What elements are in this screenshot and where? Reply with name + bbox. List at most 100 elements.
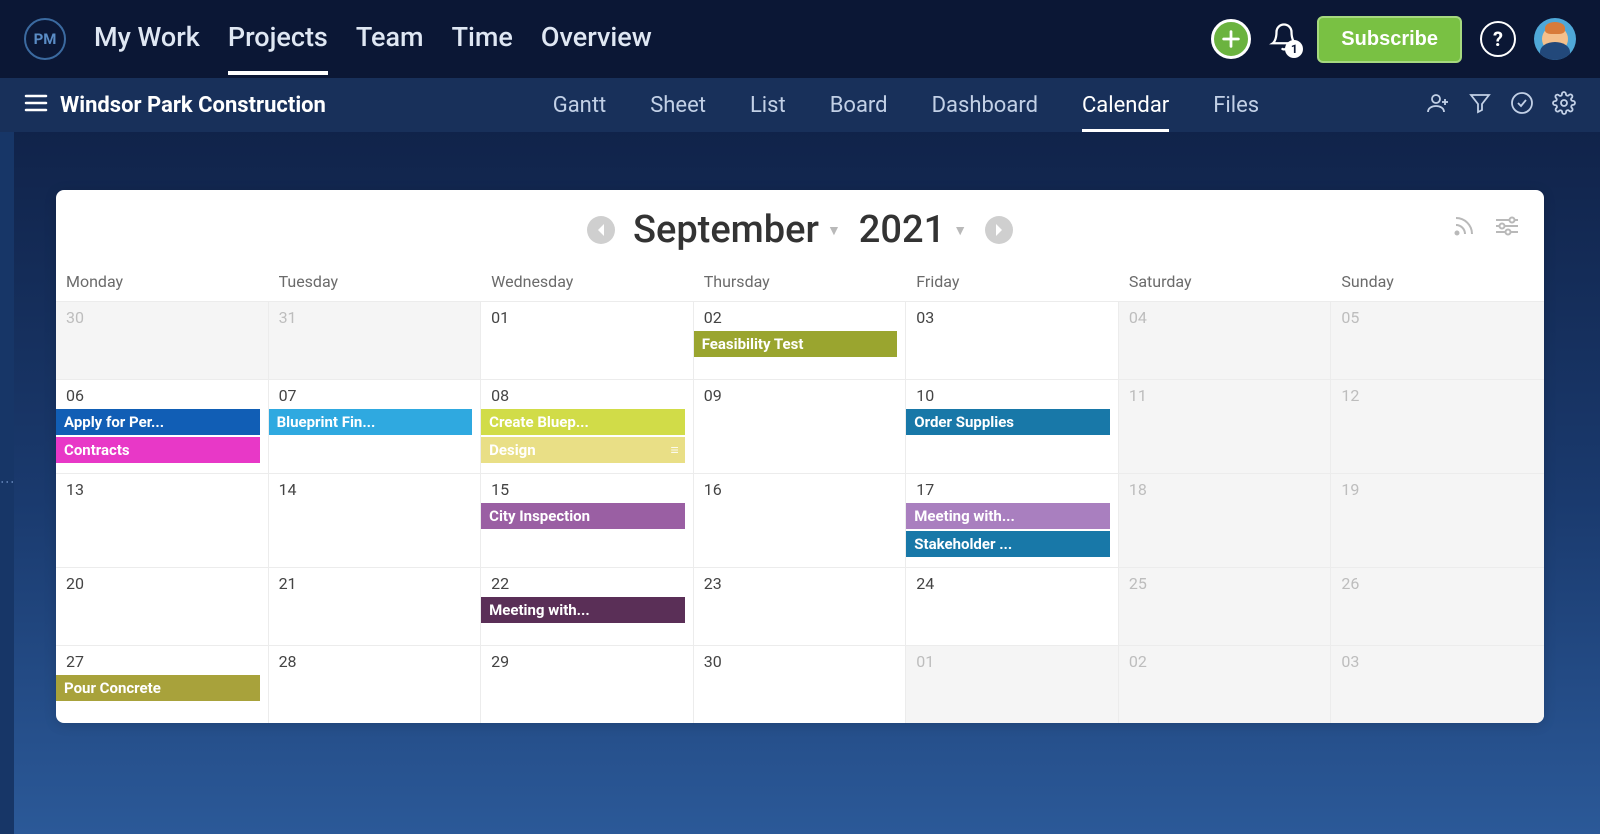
calendar-cell[interactable]: 21 [269, 567, 482, 645]
calendar-cell[interactable]: 30 [56, 301, 269, 379]
calendar-event[interactable]: Meeting with... [906, 503, 1110, 529]
calendar-cell[interactable]: 16 [694, 473, 907, 567]
tab-projects[interactable]: Projects [228, 3, 328, 75]
view-dashboard[interactable]: Dashboard [932, 79, 1038, 132]
prev-month-button[interactable] [587, 216, 615, 244]
calendar-event[interactable]: Contracts [56, 437, 260, 463]
tab-my-work[interactable]: My Work [94, 3, 200, 75]
view-calendar[interactable]: Calendar [1082, 79, 1169, 132]
approve-button[interactable] [1510, 91, 1534, 119]
calendar-week: 202122Meeting with...23242526 [56, 567, 1544, 645]
calendar-cell[interactable]: 12 [1331, 379, 1544, 473]
calendar-cell[interactable]: 09 [694, 379, 907, 473]
event-label: Contracts [64, 441, 130, 459]
event-label: Blueprint Fin... [277, 413, 376, 431]
add-people-button[interactable] [1426, 91, 1450, 119]
next-month-button[interactable] [985, 216, 1013, 244]
calendar-event[interactable]: Feasibility Test [694, 331, 898, 357]
day-number: 30 [694, 652, 906, 671]
calendar-cell[interactable]: 15City Inspection [481, 473, 694, 567]
calendar-cell[interactable]: 20 [56, 567, 269, 645]
avatar[interactable] [1534, 18, 1576, 60]
filter-icon [1468, 91, 1492, 115]
event-menu-icon[interactable]: ≡ [671, 442, 679, 459]
drag-handle-icon: ⋮ [0, 475, 15, 491]
check-circle-icon [1510, 91, 1534, 115]
day-number: 11 [1119, 386, 1331, 405]
calendar-cell[interactable]: 22Meeting with... [481, 567, 694, 645]
view-sheet[interactable]: Sheet [650, 79, 706, 132]
calendar-event[interactable]: Design≡ [481, 437, 685, 463]
view-files[interactable]: Files [1213, 79, 1259, 132]
calendar-cell[interactable]: 08Create Bluep...Design≡ [481, 379, 694, 473]
calendar-event[interactable]: Pour Concrete [56, 675, 260, 701]
calendar-week: 131415City Inspection1617Meeting with...… [56, 473, 1544, 567]
weekday-label: Thursday [694, 272, 907, 291]
calendar-cell[interactable]: 26 [1331, 567, 1544, 645]
rss-button[interactable] [1452, 214, 1476, 242]
settings-button[interactable] [1552, 91, 1576, 119]
view-gantt[interactable]: Gantt [553, 79, 607, 132]
calendar-cell[interactable]: 27Pour Concrete [56, 645, 269, 723]
month-dropdown[interactable]: September ▼ [633, 208, 841, 252]
calendar-cell[interactable]: 31 [269, 301, 482, 379]
subscribe-button[interactable]: Subscribe [1317, 16, 1462, 63]
calendar-event[interactable]: City Inspection [481, 503, 685, 529]
calendar-cell[interactable]: 02Feasibility Test [694, 301, 907, 379]
calendar-event[interactable]: Create Bluep... [481, 409, 685, 435]
calendar-cell[interactable]: 11 [1119, 379, 1332, 473]
calendar-cell[interactable]: 24 [906, 567, 1119, 645]
year-dropdown[interactable]: 2021 ▼ [859, 208, 967, 252]
menu-toggle[interactable] [24, 93, 48, 117]
calendar-cell[interactable]: 05 [1331, 301, 1544, 379]
tab-overview[interactable]: Overview [541, 3, 652, 75]
calendar-tools [1452, 214, 1520, 242]
year-label: 2021 [859, 208, 945, 252]
calendar-header: September ▼ 2021 ▼ [56, 190, 1544, 264]
calendar-cell[interactable]: 03 [1331, 645, 1544, 723]
calendar-cell[interactable]: 18 [1119, 473, 1332, 567]
sub-nav: Windsor Park Construction Gantt Sheet Li… [0, 78, 1600, 132]
calendar-event[interactable]: Blueprint Fin... [269, 409, 473, 435]
calendar-cell[interactable]: 23 [694, 567, 907, 645]
calendar-event[interactable]: Apply for Per... [56, 409, 260, 435]
calendar-cell[interactable]: 07Blueprint Fin... [269, 379, 482, 473]
event-label: Feasibility Test [702, 335, 804, 353]
calendar-cell[interactable]: 02 [1119, 645, 1332, 723]
calendar-cell[interactable]: 17Meeting with...Stakeholder ... [906, 473, 1119, 567]
calendar-cell[interactable]: 10Order Supplies [906, 379, 1119, 473]
day-number: 04 [1119, 308, 1331, 327]
view-list[interactable]: List [750, 79, 786, 132]
calendar-cell[interactable]: 19 [1331, 473, 1544, 567]
filter-button[interactable] [1468, 91, 1492, 119]
left-rail[interactable]: ⋮ [0, 132, 14, 834]
settings-toggle[interactable] [1494, 214, 1520, 242]
calendar-cell[interactable]: 01 [906, 645, 1119, 723]
day-number: 25 [1119, 574, 1331, 593]
app-logo[interactable]: PM [24, 18, 66, 60]
notifications-button[interactable]: 1 [1269, 22, 1299, 56]
calendar-cell[interactable]: 06Apply for Per...Contracts [56, 379, 269, 473]
subnav-tabs: Gantt Sheet List Board Dashboard Calenda… [386, 79, 1426, 132]
calendar-cell[interactable]: 30 [694, 645, 907, 723]
event-label: Meeting with... [489, 601, 590, 619]
calendar-cell[interactable]: 01 [481, 301, 694, 379]
calendar-event[interactable]: Order Supplies [906, 409, 1110, 435]
calendar-cell[interactable]: 13 [56, 473, 269, 567]
calendar-cell[interactable]: 29 [481, 645, 694, 723]
calendar-cell[interactable]: 25 [1119, 567, 1332, 645]
calendar-cell[interactable]: 03 [906, 301, 1119, 379]
tab-time[interactable]: Time [452, 3, 513, 75]
calendar-cell[interactable]: 14 [269, 473, 482, 567]
add-button[interactable] [1211, 19, 1251, 59]
weekday-row: Monday Tuesday Wednesday Thursday Friday… [56, 264, 1544, 301]
calendar-event[interactable]: Stakeholder ... [906, 531, 1110, 557]
calendar-cell[interactable]: 04 [1119, 301, 1332, 379]
help-button[interactable]: ? [1480, 21, 1516, 57]
tab-team[interactable]: Team [356, 3, 424, 75]
day-number: 12 [1331, 386, 1544, 405]
calendar-event[interactable]: Meeting with... [481, 597, 685, 623]
view-board[interactable]: Board [830, 79, 888, 132]
calendar-cell[interactable]: 28 [269, 645, 482, 723]
rss-icon [1452, 214, 1476, 238]
